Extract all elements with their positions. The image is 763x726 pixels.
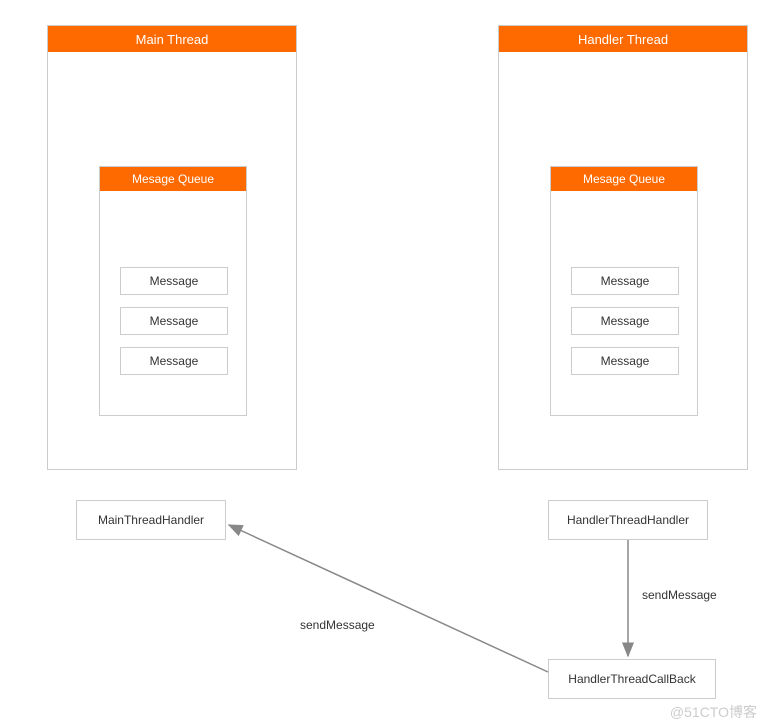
handler-thread-handler-label: HandlerThreadHandler [567,513,689,527]
watermark: @51CTO博客 [670,702,757,722]
handler-thread-header: Handler Thread [499,26,747,52]
message-item: Message [571,347,679,375]
main-message-queue: Mesage Queue Message Message Message [99,166,247,416]
main-queue-header: Mesage Queue [100,167,246,191]
send-message-label-vertical: sendMessage [642,588,717,602]
main-thread-handler-box: MainThreadHandler [76,500,226,540]
handler-thread-handler-box: HandlerThreadHandler [548,500,708,540]
handler-queue-title: Mesage Queue [583,172,665,186]
handler-thread-title: Handler Thread [578,32,668,47]
handler-thread-container: Handler Thread Mesage Queue Message Mess… [498,25,748,470]
arrow-callback-to-mainhandler [229,525,548,672]
message-item: Message [571,307,679,335]
main-thread-handler-label: MainThreadHandler [98,513,204,527]
message-item: Message [120,267,228,295]
message-item: Message [120,347,228,375]
handler-thread-callback-box: HandlerThreadCallBack [548,659,716,699]
main-thread-title: Main Thread [136,32,209,47]
message-item: Message [120,307,228,335]
send-message-label-diagonal: sendMessage [300,618,375,632]
main-thread-container: Main Thread Mesage Queue Message Message… [47,25,297,470]
handler-message-queue: Mesage Queue Message Message Message [550,166,698,416]
main-thread-header: Main Thread [48,26,296,52]
main-queue-title: Mesage Queue [132,172,214,186]
handler-thread-callback-label: HandlerThreadCallBack [568,672,695,686]
message-item: Message [571,267,679,295]
handler-queue-header: Mesage Queue [551,167,697,191]
